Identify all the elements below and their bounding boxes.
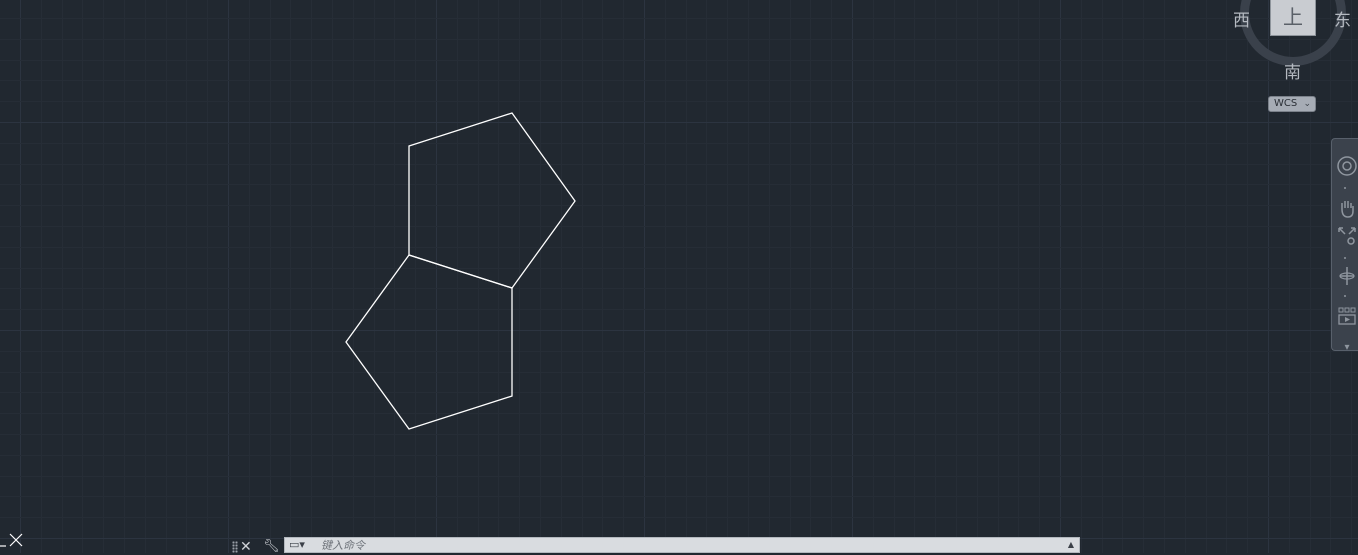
showmotion-icon[interactable] xyxy=(1334,305,1358,331)
chevron-down-icon: ⌄ xyxy=(1303,99,1311,109)
command-prompt-icon[interactable]: ▭▾ xyxy=(289,538,305,552)
pan-icon[interactable] xyxy=(1334,197,1358,223)
steering-wheel-icon[interactable] xyxy=(1334,155,1358,181)
navbar-options-icon[interactable]: ▾ xyxy=(1334,335,1358,361)
wcs-label: WCS xyxy=(1274,98,1298,109)
pentagon-upper[interactable] xyxy=(408,112,576,289)
navigation-bar: ▾ xyxy=(1331,138,1358,353)
viewcube-top-face[interactable]: 上 xyxy=(1270,0,1316,36)
navbar-separator xyxy=(1344,257,1346,259)
ucs-icon xyxy=(0,533,23,547)
command-line-grip-handle[interactable] xyxy=(232,541,238,553)
navbar-separator xyxy=(1344,187,1346,189)
compass-west-label[interactable]: 西 xyxy=(1233,6,1250,31)
chevron-up-icon[interactable]: ▲ xyxy=(1068,538,1074,552)
navbar-separator xyxy=(1344,295,1346,297)
command-line[interactable]: ▭▾ 键入命令 ▲ xyxy=(284,537,1080,553)
drawing-grid xyxy=(0,0,1358,553)
compass-south-label[interactable]: 南 xyxy=(1284,58,1301,83)
orbit-icon[interactable] xyxy=(1334,265,1358,291)
pentagon-lower[interactable] xyxy=(345,254,513,430)
compass-east-label[interactable]: 东 xyxy=(1334,6,1351,31)
command-input[interactable]: 键入命令 xyxy=(321,538,365,553)
zoom-extents-icon[interactable] xyxy=(1334,225,1358,251)
drawing-canvas[interactable] xyxy=(0,0,1358,553)
wcs-menu-button[interactable]: WCS ⌄ xyxy=(1268,96,1316,112)
